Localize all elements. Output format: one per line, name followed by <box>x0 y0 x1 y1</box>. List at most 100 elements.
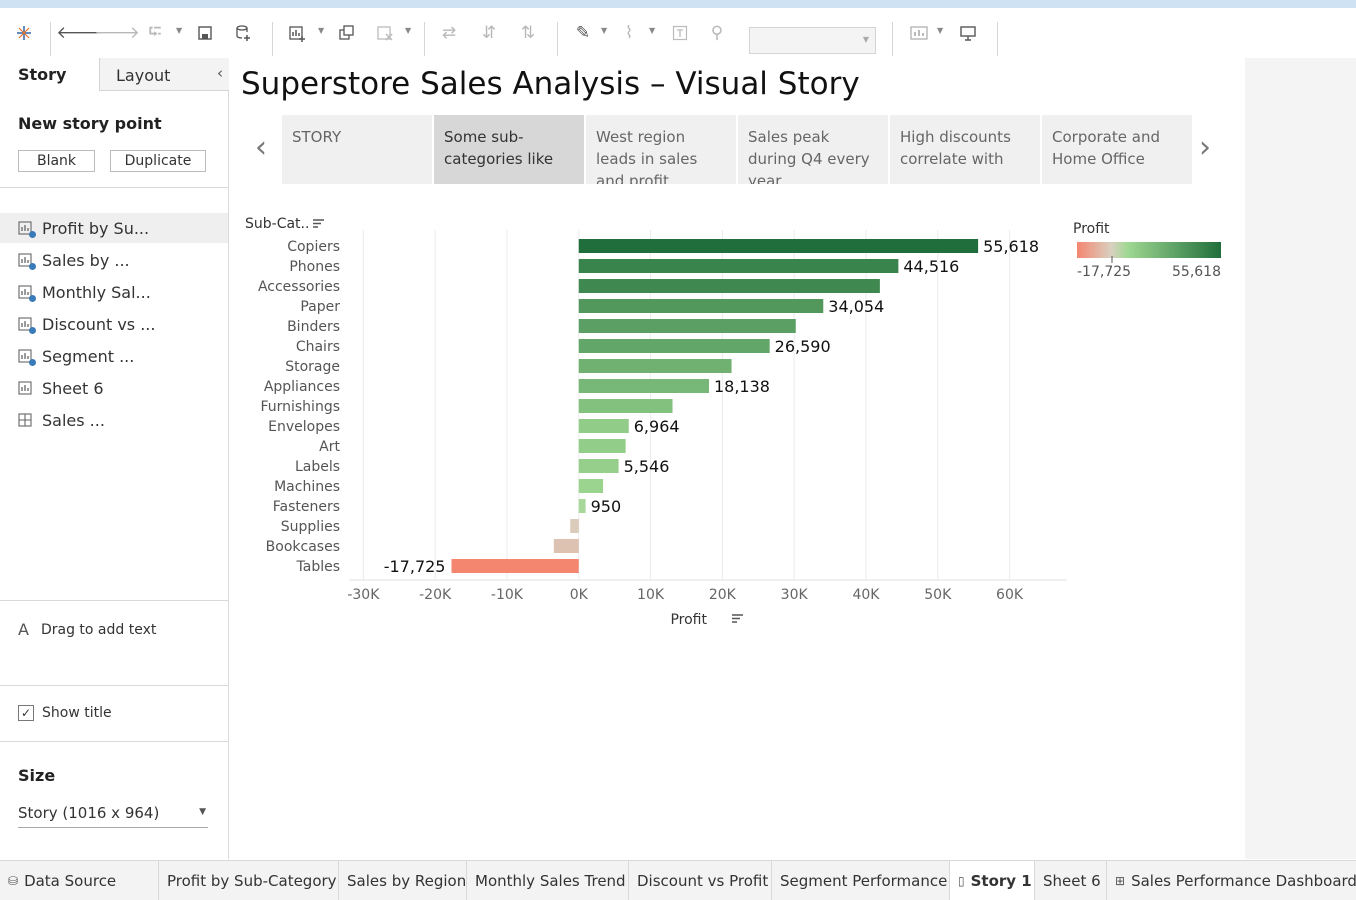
tableau-logo-icon[interactable] <box>11 20 37 46</box>
bar <box>578 399 673 413</box>
data-label: 55,618 <box>983 237 1039 256</box>
tab-sheet-6[interactable]: Sheet 6 <box>1035 861 1107 900</box>
show-me-icon[interactable] <box>906 20 932 46</box>
x-tick-label: 30K <box>781 587 809 603</box>
x-tick-label: 20K <box>709 587 737 603</box>
tab-label: Story 1 <box>970 872 1032 890</box>
bar <box>578 439 626 453</box>
save-icon[interactable] <box>192 20 218 46</box>
tab-monthly-sales-trend[interactable]: Monthly Sales Trend <box>467 861 629 900</box>
checkbox-checked-icon[interactable]: ✓ <box>18 705 34 721</box>
color-legend[interactable]: Profit -17,725 55,618 <box>1073 221 1221 280</box>
highlight-icon[interactable]: ✎ <box>570 20 596 46</box>
sheet-item[interactable]: Segment ... <box>0 341 228 371</box>
sheet-item[interactable]: Sales ... <box>0 405 228 435</box>
new-data-source-icon[interactable] <box>230 20 256 46</box>
blank-button[interactable]: Blank <box>18 150 95 172</box>
drag-text-item[interactable]: A Drag to add text <box>18 620 156 639</box>
category-label: Chairs <box>296 339 340 355</box>
toolbar-separator <box>272 22 273 56</box>
story-point[interactable]: High discounts correlate with <box>890 115 1040 184</box>
chevron-down-icon[interactable]: ▼ <box>405 26 411 35</box>
replay-icon[interactable]: ⮓ <box>142 20 168 46</box>
clear-icon[interactable] <box>372 20 398 46</box>
size-dropdown[interactable]: Story (1016 x 964) ▼ <box>18 804 208 828</box>
story-canvas: Superstore Sales Analysis – Visual Story… <box>229 58 1245 859</box>
chevron-down-icon: ▼ <box>199 807 206 817</box>
collapse-panel-icon[interactable]: ‹ <box>217 64 223 82</box>
x-axis-title[interactable]: Profit <box>670 612 707 628</box>
story-point[interactable]: Sales peak during Q4 every year, <box>738 115 888 184</box>
legend-max-label: 55,618 <box>1172 264 1221 280</box>
sheet-item[interactable]: Profit by Su... <box>0 213 228 243</box>
tab-sales-performance-dashboard[interactable]: ⊞ Sales Performance Dashboard <box>1107 861 1356 900</box>
story-point-selected[interactable]: Some sub-categories like <box>434 115 584 184</box>
bar <box>578 279 880 293</box>
tab-discount-vs-profit[interactable]: Discount vs Profit <box>629 861 772 900</box>
y-axis-title[interactable]: Sub-Cat.. <box>245 216 309 232</box>
data-label: 34,054 <box>828 297 884 316</box>
toolbar-select[interactable]: ▼ <box>749 27 876 54</box>
sheet-label: Sales by ... <box>42 250 130 270</box>
legend-min-label: -17,725 <box>1077 264 1131 280</box>
story-point[interactable]: STORY <box>282 115 432 184</box>
redo-icon[interactable]: 🡒 <box>94 20 140 46</box>
tab-story-1[interactable]: ▯ Story 1 <box>950 861 1035 900</box>
new-worksheet-icon[interactable] <box>284 20 310 46</box>
story-title: Superstore Sales Analysis – Visual Story <box>241 66 860 102</box>
previous-story-point-icon[interactable]: ‹ <box>255 130 267 165</box>
next-story-point-icon[interactable]: › <box>1199 130 1211 165</box>
x-tick-label: 10K <box>637 587 665 603</box>
bar <box>553 539 579 553</box>
chevron-down-icon[interactable]: ▼ <box>937 26 943 35</box>
worksheet-icon <box>18 348 36 366</box>
category-label: Supplies <box>281 519 340 535</box>
sort-icon[interactable] <box>732 614 743 623</box>
sheet-item[interactable]: Sales by ... <box>0 245 228 275</box>
tab-layout[interactable]: Layout ‹ <box>99 58 229 91</box>
bar <box>578 299 824 313</box>
duplicate-button[interactable]: Duplicate <box>110 150 206 172</box>
sort-icon[interactable] <box>313 219 324 228</box>
x-tick-label: 40K <box>852 587 880 603</box>
story-point[interactable]: Corporate and Home Office <box>1042 115 1192 184</box>
duplicate-icon[interactable] <box>334 20 360 46</box>
annotate-icon[interactable]: ⌇ <box>616 20 642 46</box>
sheet-item[interactable]: Discount vs ... <box>0 309 228 339</box>
category-label: Storage <box>285 359 340 375</box>
tab-label: Sales Performance Dashboard <box>1131 872 1356 890</box>
category-label: Accessories <box>258 279 340 295</box>
sort-ascending-icon[interactable]: ⇵ <box>476 20 502 46</box>
undo-icon[interactable]: 🡐 <box>56 20 102 46</box>
presentation-icon[interactable] <box>955 20 981 46</box>
bar <box>578 239 979 253</box>
story-point[interactable]: West region leads in sales and profit. <box>586 115 736 184</box>
tab-segment-performance[interactable]: Segment Performance <box>772 861 950 900</box>
drag-text-label: Drag to add text <box>40 621 157 638</box>
chevron-down-icon[interactable]: ▼ <box>601 26 607 35</box>
tab-profit-by-sub-category[interactable]: Profit by Sub-Category <box>159 861 339 900</box>
swap-icon[interactable]: ⇄ <box>436 20 462 46</box>
bar <box>578 379 709 393</box>
chevron-down-icon[interactable]: ▼ <box>649 26 655 35</box>
chevron-down-icon[interactable]: ▼ <box>176 26 182 35</box>
tab-story[interactable]: Story <box>0 58 99 91</box>
worksheet-icon <box>18 316 36 334</box>
window-top-strip <box>0 0 1356 8</box>
category-label: Fasteners <box>273 499 340 515</box>
tab-data-source[interactable]: ⛁ Data Source <box>0 861 159 900</box>
sheet-tabs-bar: ⛁ Data Source Profit by Sub-Category Sale… <box>0 860 1356 900</box>
sheet-item[interactable]: Monthly Sal... <box>0 277 228 307</box>
bar <box>578 479 604 493</box>
size-value: Story (1016 x 964) <box>18 804 160 822</box>
show-title-checkbox[interactable]: ✓ Show title <box>18 705 112 721</box>
pin-icon[interactable]: ⚲ <box>704 20 730 46</box>
tab-layout-label: Layout <box>116 66 171 85</box>
sort-descending-icon[interactable]: ⇅ <box>515 20 541 46</box>
sheet-item[interactable]: Sheet 6 <box>0 373 228 403</box>
text-icon[interactable] <box>667 20 693 46</box>
category-label: Phones <box>289 259 340 275</box>
tab-sales-by-region[interactable]: Sales by Region <box>339 861 467 900</box>
size-heading: Size <box>18 766 56 785</box>
chevron-down-icon[interactable]: ▼ <box>318 26 324 35</box>
